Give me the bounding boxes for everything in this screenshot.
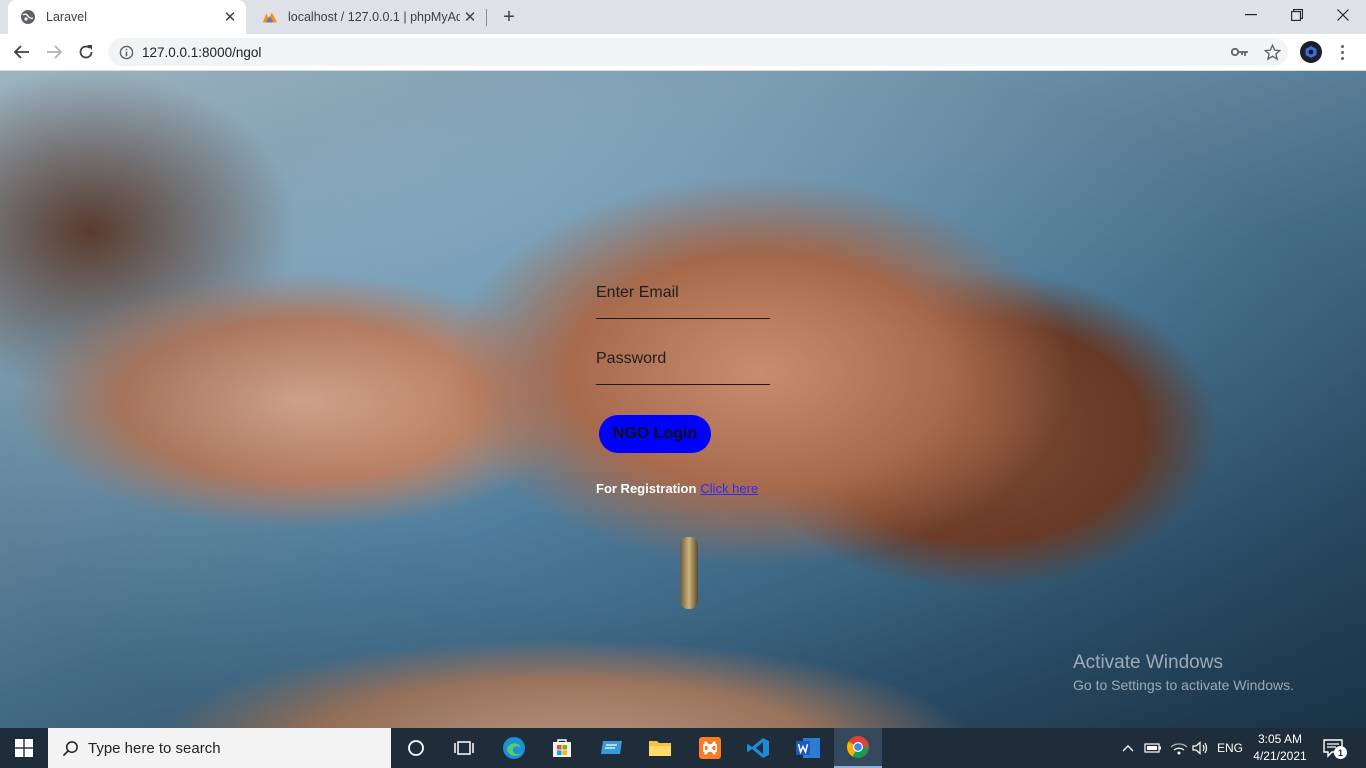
browser-toolbar: 127.0.0.1:8000/ngol	[0, 34, 1366, 71]
close-window-icon[interactable]	[1320, 0, 1366, 30]
registration-text: For Registration	[596, 481, 697, 496]
volume-icon[interactable]	[1190, 728, 1210, 768]
clock-time: 3:05 AM	[1257, 732, 1303, 746]
battery-icon[interactable]	[1142, 728, 1164, 768]
bookmark-star-icon[interactable]	[1262, 42, 1282, 62]
tab-title: Laravel	[46, 10, 87, 24]
microsoft-word-icon[interactable]	[784, 728, 832, 768]
chevron-up-icon[interactable]	[1118, 728, 1138, 768]
watermark-subtitle: Go to Settings to activate Windows.	[1073, 677, 1294, 693]
registration-link[interactable]: Click here	[700, 481, 758, 496]
globe-icon	[20, 9, 36, 25]
notification-center-icon[interactable]: 1	[1322, 736, 1347, 760]
vscode-icon[interactable]	[734, 728, 782, 768]
minimize-icon[interactable]	[1228, 0, 1274, 30]
tab-separator	[486, 9, 487, 26]
wedding-ring-detail	[680, 537, 698, 609]
ngo-login-form: NGO Login For RegistrationClick here	[596, 279, 796, 496]
ngo-login-button[interactable]: NGO Login	[599, 415, 711, 453]
chrome-taskbar-icon[interactable]	[834, 728, 882, 768]
reload-icon[interactable]	[73, 39, 99, 65]
edge-browser-icon[interactable]	[490, 728, 538, 768]
tab-close-icon[interactable]: ✕	[220, 7, 240, 27]
registration-line: For Registration Click here	[596, 481, 758, 496]
microsoft-store-icon[interactable]	[538, 728, 586, 768]
url-text: 127.0.0.1:8000/ngol	[142, 44, 262, 60]
taskbar-search-box[interactable]: Type here to search	[48, 728, 391, 768]
back-icon[interactable]	[9, 39, 35, 65]
windows-taskbar: Type here to search ENG 3:05 AM 4/21/202…	[0, 728, 1366, 768]
password-field-wrapper	[596, 345, 770, 385]
forward-icon[interactable]	[41, 39, 67, 65]
info-icon[interactable]	[118, 44, 134, 60]
key-icon[interactable]	[1230, 42, 1250, 62]
phpmyadmin-icon	[262, 9, 278, 25]
tab-strip: Laravel ✕ localhost / 127.0.0.1 | phpMyA…	[0, 0, 1366, 34]
file-explorer-icon[interactable]	[636, 728, 684, 768]
task-view-icon[interactable]	[440, 728, 488, 768]
password-input[interactable]	[596, 350, 770, 368]
tab-close-icon[interactable]: ✕	[460, 7, 480, 27]
wifi-icon[interactable]	[1168, 728, 1190, 768]
system-clock[interactable]: 3:05 AM 4/21/2021	[1248, 731, 1312, 765]
xampp-icon[interactable]	[686, 728, 734, 768]
email-field-wrapper	[596, 279, 770, 319]
email-input[interactable]	[596, 284, 770, 302]
search-icon	[60, 738, 80, 758]
notification-count-badge: 1	[1334, 746, 1347, 759]
clock-date: 4/21/2021	[1253, 749, 1307, 763]
tab-title: localhost / 127.0.0.1 | phpMyAdm	[288, 10, 460, 24]
profile-avatar[interactable]	[1300, 41, 1322, 63]
address-bar[interactable]: 127.0.0.1:8000/ngol	[108, 38, 1288, 66]
new-tab-button[interactable]: +	[498, 6, 520, 28]
remote-desktop-icon[interactable]	[588, 728, 636, 768]
windows-start-icon[interactable]	[0, 728, 48, 768]
cortana-icon[interactable]	[392, 728, 440, 768]
tab-phpmyadmin[interactable]: localhost / 127.0.0.1 | phpMyAdm ✕	[250, 0, 486, 34]
watermark-title: Activate Windows	[1073, 652, 1223, 673]
login-page-background: NGO Login For RegistrationClick here Act…	[0, 71, 1366, 728]
language-indicator[interactable]: ENG	[1214, 728, 1246, 768]
tab-laravel[interactable]: Laravel ✕	[8, 0, 246, 34]
search-placeholder: Type here to search	[88, 739, 221, 757]
background-photo-shading	[0, 71, 1366, 728]
activate-windows-watermark: Activate Windows Go to Settings to activ…	[1073, 652, 1294, 693]
restore-icon[interactable]	[1274, 0, 1320, 30]
menu-kebab-icon[interactable]	[1338, 41, 1346, 63]
